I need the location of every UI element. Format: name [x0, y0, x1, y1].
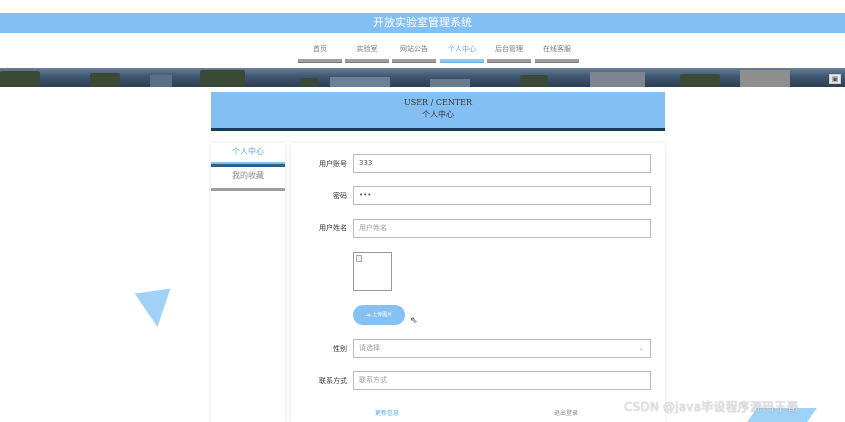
banner-tree [520, 75, 548, 87]
sidebar-item-label: 我的收藏 [232, 171, 264, 180]
nav-item-underline [392, 59, 436, 63]
main-nav: 首页 实验室 网站公告 个人中心 后台管理 在线客服 [0, 43, 845, 63]
upload-image-button[interactable]: ☁ 上传图片 [353, 305, 405, 325]
nav-item-lab[interactable]: 实验室 [345, 43, 389, 63]
banner-building [150, 75, 172, 87]
header-divider [211, 128, 665, 131]
name-label: 用户姓名 [319, 224, 347, 232]
decorative-triangle [134, 288, 176, 330]
banner-building [740, 70, 790, 87]
account-label: 用户账号 [319, 160, 347, 168]
banner-building [430, 79, 470, 87]
banner-tree [300, 78, 318, 87]
nav-item-notice[interactable]: 网站公告 [392, 43, 436, 63]
cloud-upload-icon: ☁ [365, 312, 371, 318]
sidebar-item-personal-center[interactable]: 个人中心 [211, 143, 285, 167]
name-field[interactable]: 用户姓名 [353, 219, 651, 238]
banner-image: ▣ [0, 68, 845, 87]
nav-item-home[interactable]: 首页 [298, 43, 342, 63]
sidebar-item-label: 个人中心 [232, 147, 264, 156]
sidebar-item-favorites[interactable]: 我的收藏 [211, 167, 285, 191]
user-center-header: USER / CENTER 个人中心 [211, 92, 665, 128]
gender-label: 性别 [333, 345, 347, 353]
banner-tree [90, 73, 120, 87]
update-info-button[interactable]: 更新信息 [375, 408, 399, 417]
gender-select-value: 请选择 [359, 344, 380, 352]
nav-item-underline [298, 59, 342, 63]
contact-label: 联系方式 [319, 377, 347, 385]
app-title: 开放实验室管理系统 [373, 16, 472, 29]
logout-button[interactable]: 退出登录 [554, 408, 578, 417]
image-icon[interactable]: ▣ [829, 74, 841, 84]
nav-item-label: 首页 [313, 45, 327, 53]
nav-item-label: 网站公告 [400, 45, 428, 53]
banner-tree [680, 74, 720, 87]
nav-item-underline [440, 59, 484, 63]
sidebar-item-underline [211, 188, 285, 191]
nav-item-underline [345, 59, 389, 63]
password-field[interactable]: ••• [353, 186, 651, 205]
nav-item-label: 实验室 [356, 45, 378, 53]
header-title-en: USER / CENTER [403, 98, 473, 107]
account-field[interactable]: 333 [353, 154, 651, 173]
watermark-text: CSDN @java毕设程序源码王哥 [624, 400, 799, 414]
banner-tree [200, 70, 245, 87]
contact-field[interactable]: 联系方式 [353, 371, 651, 390]
header-title-zh: 个人中心 [422, 110, 454, 119]
broken-image-icon [356, 255, 362, 262]
profile-form: 用户账号 333 密码 ••• 用户姓名 用户姓名 ☁ 上传图片 ⇖ 性别 请选… [291, 143, 665, 422]
nav-item-label: 在线客服 [543, 45, 571, 53]
nav-item-online-service[interactable]: 在线客服 [535, 43, 579, 63]
nav-item-admin[interactable]: 后台管理 [487, 43, 531, 63]
upload-button-label: 上传图片 [372, 312, 393, 318]
banner-building [330, 77, 390, 87]
nav-item-underline [535, 59, 579, 63]
gender-select[interactable]: 请选择 ⌄ [353, 339, 651, 358]
nav-item-label: 个人中心 [448, 45, 476, 53]
sidebar: 个人中心 我的收藏 [211, 143, 285, 422]
avatar-preview [353, 252, 392, 291]
nav-item-label: 后台管理 [495, 45, 523, 53]
nav-item-underline [487, 59, 531, 63]
banner-building [590, 72, 645, 87]
nav-item-personal-center[interactable]: 个人中心 [440, 43, 484, 63]
mouse-cursor-icon: ⇖ [410, 316, 418, 326]
banner-tree [0, 71, 40, 87]
password-label: 密码 [333, 192, 347, 200]
chevron-down-icon: ⌄ [638, 344, 644, 352]
